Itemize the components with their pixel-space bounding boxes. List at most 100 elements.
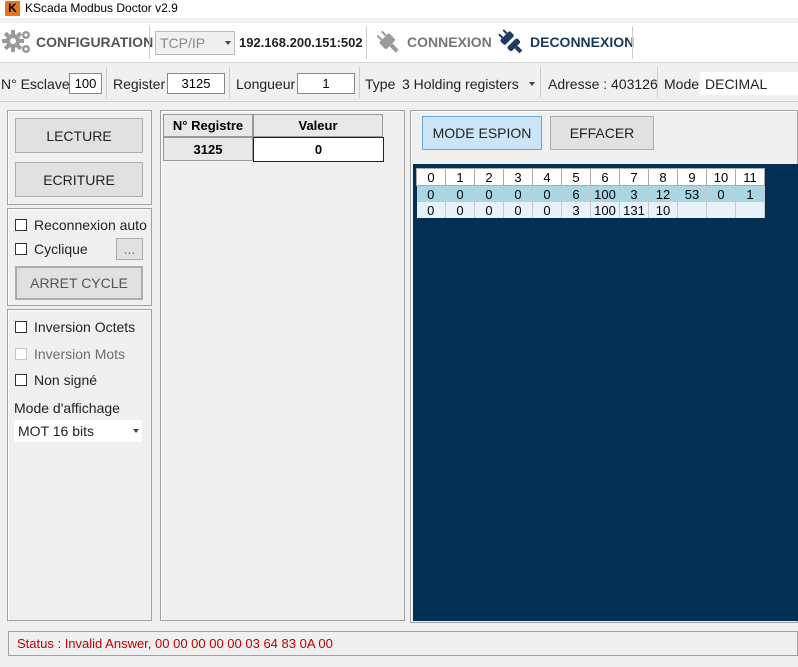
spy-cell: 6 (561, 185, 591, 202)
length-label: Longueur (236, 76, 296, 92)
type-value: 3 Holding registers (402, 76, 519, 92)
spy-header-cell: 4 (532, 168, 562, 186)
cyclic-checkbox[interactable] (15, 243, 27, 255)
spy-header-cell: 6 (590, 168, 620, 186)
spy-header-cell: 7 (619, 168, 649, 186)
clear-button[interactable]: EFFACER (550, 116, 654, 150)
spy-cell: 10 (648, 202, 678, 218)
spy-cell: 100 (590, 202, 620, 218)
register-cell: 3125 (163, 137, 253, 161)
register-label: Register (113, 76, 166, 92)
spy-cell-empty (706, 202, 736, 218)
column-header-register: N° Registre (163, 114, 253, 137)
toolbar: CONFIGURATION TCP/IP 192.168.200.151:502… (0, 23, 798, 63)
title-bar: K KScada Modbus Doctor v2.9 (0, 0, 798, 18)
disconnect-button[interactable]: DECONNEXION (496, 27, 634, 57)
byte-swap-checkbox[interactable] (15, 321, 27, 333)
register-field[interactable]: 3125 (167, 73, 225, 94)
byte-swap-label: Inversion Octets (34, 319, 136, 335)
protocol-value: TCP/IP (160, 35, 206, 51)
chevron-down-icon (225, 41, 231, 45)
spy-cell: 0 (532, 185, 562, 202)
spy-table: 0 1 2 3 4 5 6 7 8 9 10 11 0 0 0 0 0 6 10… (416, 168, 765, 218)
protocol-select[interactable]: TCP/IP (155, 31, 235, 55)
connect-label: CONNEXION (407, 34, 492, 50)
app-logo-icon: K (5, 1, 20, 16)
plug-icon (376, 30, 399, 53)
address-label: Adresse : 403126 (548, 76, 658, 92)
auto-reconnect-label: Reconnexion auto (34, 217, 147, 233)
spy-cell: 1 (735, 185, 765, 202)
display-mode-select[interactable]: MOT 16 bits (14, 420, 142, 442)
slave-label: N° Esclave (1, 76, 70, 92)
spy-cell: 0 (474, 202, 504, 218)
parameters-bar: N° Esclave 100 Register 3125 Longueur 1 … (0, 65, 798, 102)
toolbar-divider (632, 26, 633, 59)
register-table-panel (160, 110, 405, 621)
word-swap-label: Inversion Mots (34, 346, 126, 362)
slave-id-field[interactable]: 100 (69, 73, 102, 94)
spy-cell: 0 (503, 202, 533, 218)
param-divider (229, 67, 230, 98)
length-field[interactable]: 1 (297, 73, 355, 94)
spy-cell: 53 (677, 185, 707, 202)
ip-address: 192.168.200.151:502 (239, 35, 363, 50)
window-title: KScada Modbus Doctor v2.9 (25, 1, 178, 15)
spy-row[interactable]: 0 0 0 0 0 3 100 131 10 (416, 202, 765, 218)
configuration-button[interactable]: CONFIGURATION (2, 27, 153, 57)
cycle-settings-button[interactable]: ... (116, 238, 143, 260)
spy-cell: 0 (532, 202, 562, 218)
unsigned-checkbox[interactable] (15, 374, 27, 386)
read-button[interactable]: LECTURE (15, 118, 143, 153)
connect-button[interactable]: CONNEXION (373, 27, 492, 57)
spy-header-cell: 0 (416, 168, 446, 186)
status-bar: Status : Invalid Answer, 00 00 00 00 00 … (8, 631, 798, 656)
spy-cell: 0 (706, 185, 736, 202)
param-divider (106, 67, 107, 98)
spy-header-row: 0 1 2 3 4 5 6 7 8 9 10 11 (416, 168, 765, 186)
spy-header-cell: 8 (648, 168, 678, 186)
display-mode-value: MOT 16 bits (18, 423, 94, 439)
stop-cycle-button[interactable]: ARRET CYCLE (15, 266, 143, 300)
spy-cell: 0 (416, 185, 446, 202)
param-divider (359, 67, 360, 98)
disconnect-label: DECONNEXION (530, 34, 635, 50)
configuration-label: CONFIGURATION (36, 34, 154, 50)
spy-header-cell: 5 (561, 168, 591, 186)
display-mode-label: Mode d'affichage (14, 400, 120, 416)
param-divider (657, 67, 658, 98)
spy-cell-empty (677, 202, 707, 218)
spy-cell: 0 (474, 185, 504, 202)
spy-cell: 0 (503, 185, 533, 202)
word-swap-checkbox[interactable] (15, 348, 27, 360)
spy-cell: 3 (619, 185, 649, 202)
spy-header-cell: 1 (445, 168, 475, 186)
spy-row[interactable]: 0 0 0 0 0 6 100 3 12 53 0 1 (416, 185, 765, 202)
auto-reconnect-checkbox[interactable] (15, 219, 27, 231)
mode-label: Mode (664, 76, 700, 92)
mode-select[interactable]: DECIMAL (700, 72, 798, 95)
chevron-down-icon (529, 81, 535, 86)
spy-cell: 0 (445, 202, 475, 218)
spy-cell: 131 (619, 202, 649, 218)
unsigned-label: Non signé (34, 372, 98, 388)
write-button[interactable]: ECRITURE (15, 162, 143, 197)
spy-mode-button[interactable]: MODE ESPION (422, 116, 542, 150)
spy-header-cell: 3 (503, 168, 533, 186)
value-cell[interactable]: 0 (253, 137, 384, 162)
spy-cell: 12 (648, 185, 678, 202)
toolbar-divider (149, 26, 150, 59)
chevron-down-icon (133, 429, 139, 433)
gears-icon (2, 30, 30, 53)
type-label: Type (365, 76, 396, 92)
spy-cell: 0 (416, 202, 446, 218)
spy-log: 0 1 2 3 4 5 6 7 8 9 10 11 0 0 0 0 0 6 10… (413, 164, 798, 621)
spy-header-cell: 2 (474, 168, 504, 186)
unplug-icon (498, 29, 523, 54)
spy-cell: 3 (561, 202, 591, 218)
spy-cell: 0 (445, 185, 475, 202)
spy-header-cell: 11 (735, 168, 765, 186)
type-select[interactable]: 3 Holding registers (398, 72, 538, 95)
column-header-value: Valeur (253, 114, 383, 137)
spy-header-cell: 9 (677, 168, 707, 186)
